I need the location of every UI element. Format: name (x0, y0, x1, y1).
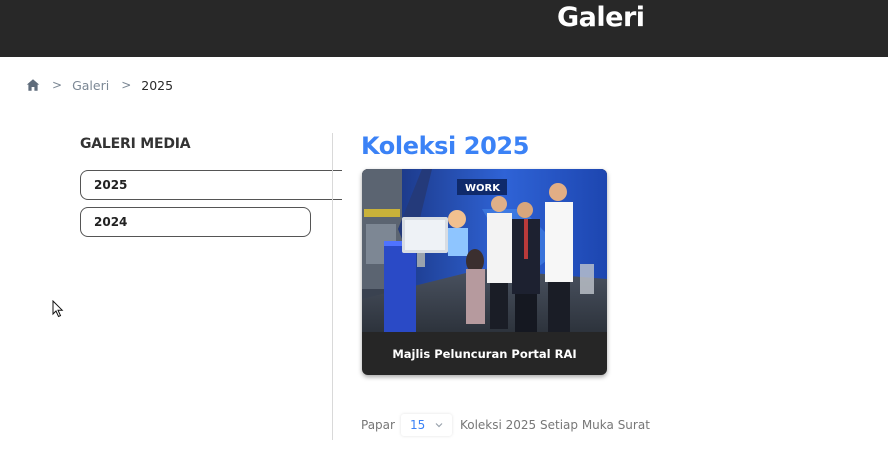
breadcrumb-current: 2025 (141, 77, 174, 93)
page-title: Koleksi 2025 (361, 132, 529, 160)
breadcrumb-galeri-link[interactable]: Galeri (72, 78, 109, 93)
chevron-down-icon (435, 423, 443, 428)
sidebar-item-2024[interactable]: 2024 (80, 207, 311, 237)
pagination-settings: Papar 15 Koleksi 2025 Setiap Muka Surat (361, 414, 650, 436)
home-icon[interactable] (26, 78, 40, 92)
gallery-card-caption: Majlis Peluncuran Portal RAI (392, 346, 577, 361)
breadcrumb: > Galeri > 2025 (26, 76, 173, 94)
header-title: Galeri (557, 2, 645, 33)
per-page-value: 15 (409, 418, 426, 432)
breadcrumb-separator: > (121, 78, 132, 92)
gallery-card-photo: WORK (362, 169, 607, 332)
column-divider (332, 133, 333, 440)
sidebar-item-2025[interactable]: 2025 (80, 170, 342, 200)
site-header: Galeri (0, 0, 888, 57)
svg-text:WORK: WORK (465, 183, 501, 194)
pager-suffix-label: Koleksi 2025 Setiap Muka Surat (459, 418, 650, 432)
breadcrumb-separator: > (52, 78, 63, 92)
mouse-cursor-icon (52, 300, 64, 318)
gallery-card[interactable]: WORK Majlis Peluncuran Portal RAI (362, 169, 607, 375)
per-page-select[interactable]: 15 (400, 414, 452, 436)
sidebar-title: GALERI MEDIA (80, 136, 191, 152)
pager-prefix-label: Papar (361, 418, 395, 432)
